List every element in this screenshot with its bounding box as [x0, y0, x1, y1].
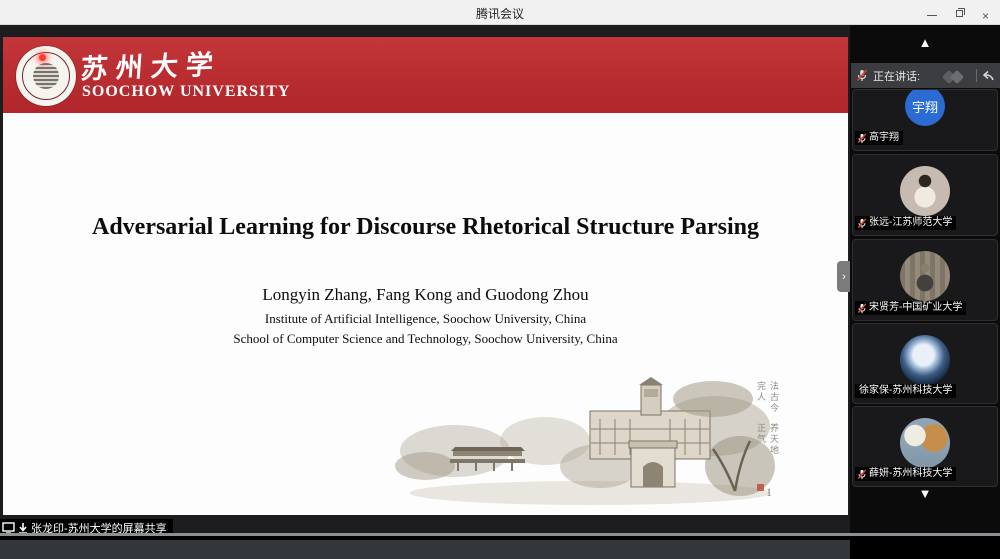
- avatar: 宇翔: [905, 89, 945, 126]
- minimize-button[interactable]: [926, 7, 938, 19]
- participant-name-tag: 徐家保-苏州科技大学: [855, 384, 956, 398]
- chevron-right-icon: ›: [842, 271, 846, 283]
- speaking-label: 正在讲话:: [873, 68, 920, 84]
- triangle-down-icon: ▼: [919, 486, 932, 501]
- slide-title: Adversarial Learning for Discourse Rheto…: [3, 214, 848, 241]
- close-button[interactable]: ×: [982, 7, 994, 19]
- meeting-watermark-icon: [941, 68, 971, 84]
- participant-name: 薛妍-苏州科技大学: [869, 467, 952, 481]
- participant-tile[interactable]: 宋贤芳-中国矿业大学: [852, 239, 998, 321]
- avatar: [900, 418, 950, 468]
- avatar: [900, 251, 950, 301]
- university-name-chinese: 苏州大学: [79, 43, 222, 87]
- sidebar-collapse-handle[interactable]: ›: [837, 261, 851, 292]
- participant-tile[interactable]: 徐家保-苏州科技大学: [852, 323, 998, 404]
- back-arrow-icon[interactable]: [982, 70, 995, 82]
- scroll-down-button[interactable]: ▼: [850, 487, 1000, 500]
- mic-muted-icon: [857, 469, 867, 480]
- avatar: [900, 166, 950, 216]
- participants-sidebar: ▲ 正在讲话: 宇翔: [850, 25, 1000, 536]
- soochow-university-seal-logo: [16, 46, 76, 106]
- bottom-strip: [0, 540, 850, 559]
- shared-screen-view: 苏州大学 SOOCHOW UNIVERSITY Adversarial Lear…: [0, 25, 850, 534]
- motto-column-left: 法古今完人: [755, 381, 781, 419]
- participant-name-tag: 薛妍-苏州科技大学: [855, 467, 956, 481]
- window-titlebar[interactable]: 腾讯会议 ×: [0, 0, 1000, 25]
- slide-header-banner: 苏州大学 SOOCHOW UNIVERSITY: [3, 37, 848, 113]
- minimize-icon: [927, 15, 937, 16]
- participant-tile[interactable]: 宇翔 高宇翔: [852, 89, 998, 151]
- participant-name: 宋贤芳-中国矿业大学: [869, 301, 962, 315]
- mic-muted-icon: [857, 133, 867, 144]
- mic-muted-icon: [857, 303, 867, 314]
- close-icon: ×: [982, 9, 989, 23]
- participant-name-tag: 高宇翔: [855, 131, 903, 145]
- speaking-indicator-bar: 正在讲话:: [851, 63, 1000, 88]
- motto-column-right: 养天地正气: [755, 423, 781, 461]
- window-title: 腾讯会议: [0, 5, 1000, 22]
- tencent-meeting-window: 腾讯会议 × 苏州大学 SOOCHOW UNIVERSITY Adversari…: [0, 0, 1000, 536]
- slide-affiliation-1: Institute of Artificial Intelligence, So…: [3, 311, 848, 327]
- download-arrow-icon: [18, 522, 28, 534]
- participant-name-tag: 张远-江苏师范大学: [855, 216, 956, 230]
- participant-name: 高宇翔: [869, 131, 899, 145]
- divider: [976, 69, 977, 82]
- triangle-up-icon: ▲: [919, 35, 932, 50]
- participant-tile[interactable]: 张远-江苏师范大学: [852, 154, 998, 236]
- avatar: [900, 335, 950, 385]
- restore-icon: [956, 10, 963, 17]
- participant-name: 张远-江苏师范大学: [869, 216, 952, 230]
- participant-name: 徐家保-苏州科技大学: [859, 384, 952, 398]
- slide-affiliation-2: School of Computer Science and Technolog…: [3, 331, 848, 347]
- university-motto-calligraphy: 养天地正气 法古今完人: [755, 381, 781, 461]
- red-seal-stamp: [757, 484, 764, 491]
- participant-name-tag: 宋贤芳-中国矿业大学: [855, 301, 966, 315]
- mic-muted-icon: [856, 69, 868, 82]
- slide-page-number: 1: [766, 485, 772, 500]
- maximize-button[interactable]: [954, 7, 966, 19]
- university-name-english: SOOCHOW UNIVERSITY: [82, 83, 290, 101]
- campus-ink-painting: [395, 371, 785, 509]
- participant-tile[interactable]: 薛妍-苏州科技大学: [852, 406, 998, 487]
- monitor-icon: [2, 522, 15, 534]
- mic-muted-icon: [857, 218, 867, 229]
- presentation-slide: Adversarial Learning for Discourse Rheto…: [3, 113, 848, 515]
- slide-authors: Longyin Zhang, Fang Kong and Guodong Zho…: [3, 285, 848, 305]
- scroll-up-button[interactable]: ▲: [850, 36, 1000, 49]
- laser-pointer-dot: [39, 54, 46, 61]
